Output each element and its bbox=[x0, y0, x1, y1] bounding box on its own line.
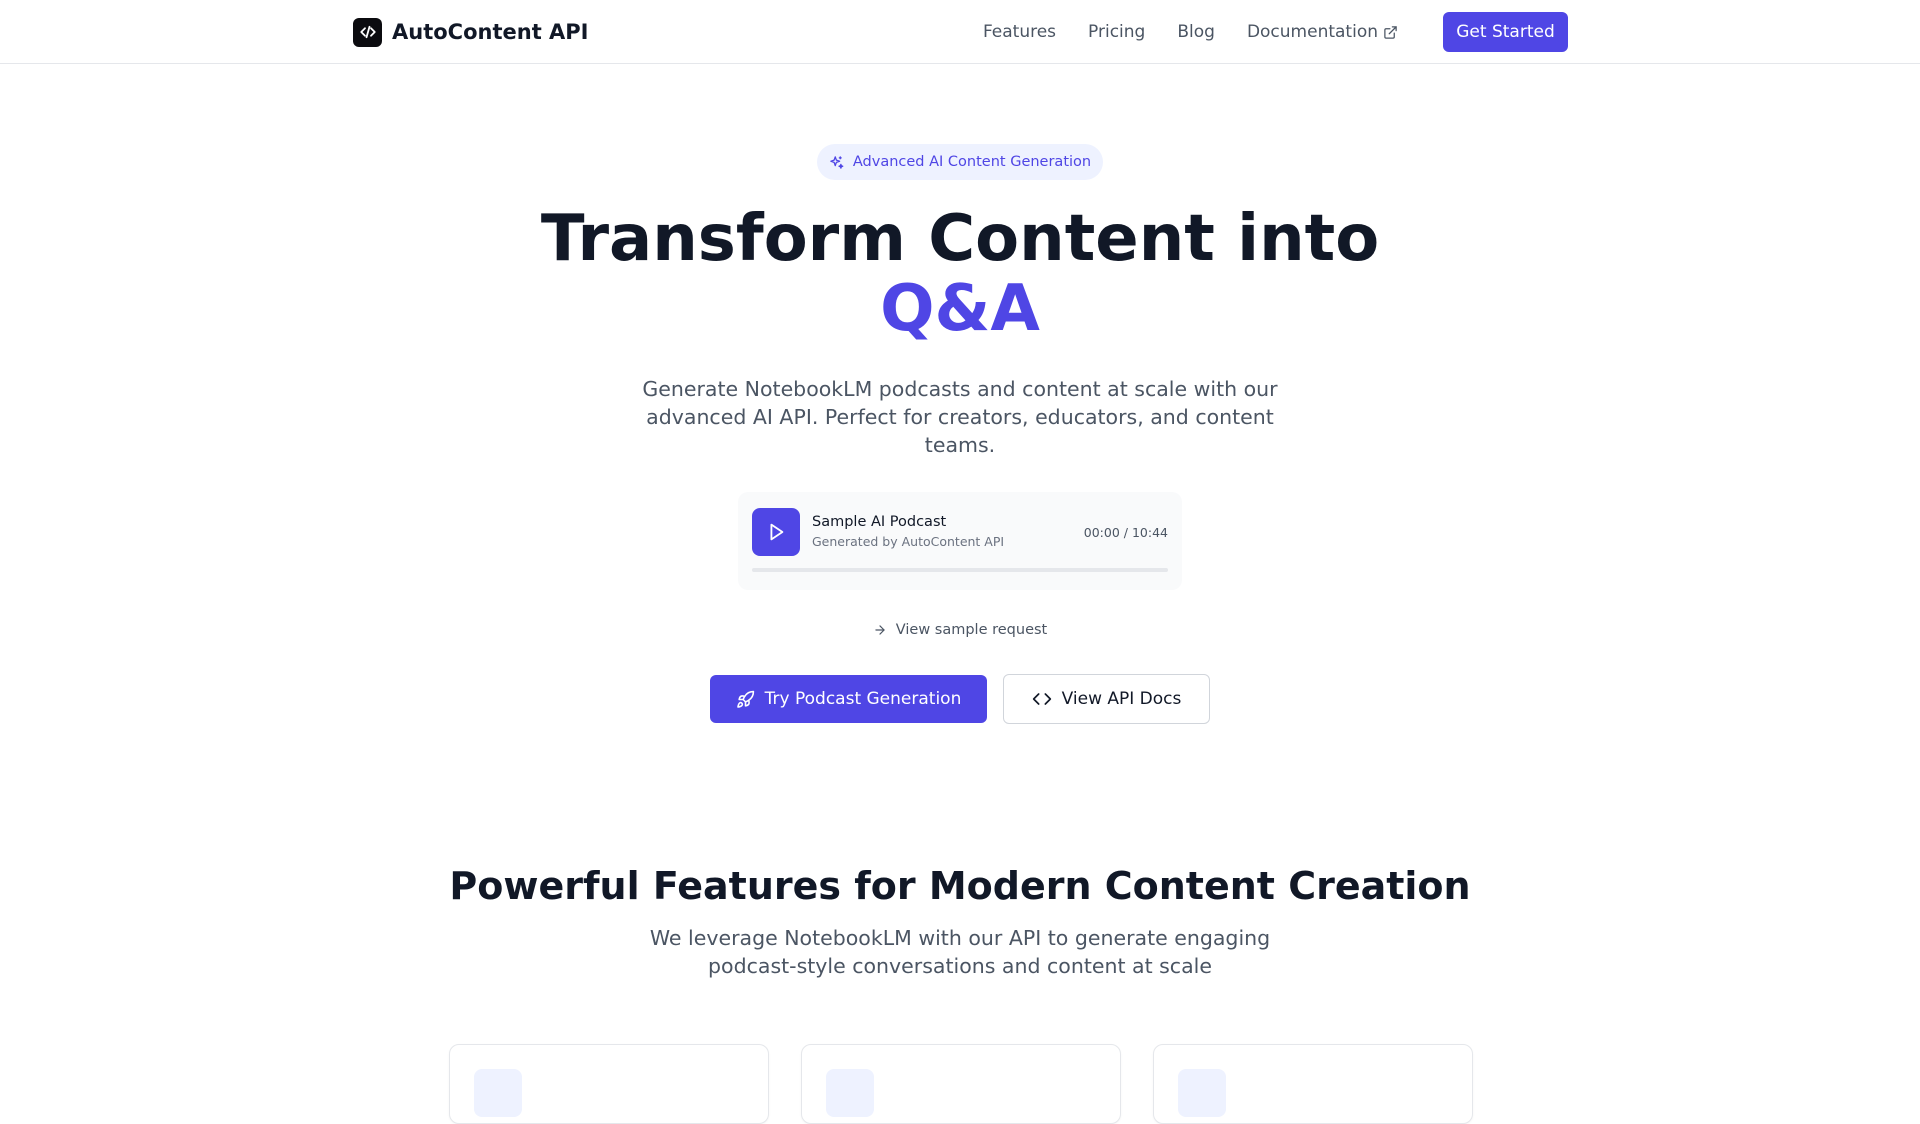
nav-link-blog[interactable]: Blog bbox=[1177, 22, 1215, 42]
player-progress-bar[interactable] bbox=[752, 568, 1168, 572]
hero-badge-label: Advanced AI Content Generation bbox=[852, 154, 1092, 170]
hero-title-accent: Q&A bbox=[880, 272, 1040, 346]
view-api-docs-label: View API Docs bbox=[1061, 689, 1182, 709]
rocket-icon bbox=[736, 690, 754, 708]
podcast-player: Sample AI Podcast Generated by AutoConte… bbox=[738, 492, 1182, 590]
feature-card bbox=[801, 1044, 1121, 1124]
sparkles-icon bbox=[830, 155, 844, 169]
nav-link-label: Pricing bbox=[1088, 22, 1146, 42]
hero-badge: Advanced AI Content Generation bbox=[817, 144, 1103, 180]
view-sample-request-label: View sample request bbox=[895, 622, 1048, 638]
feature-card-icon bbox=[474, 1069, 522, 1117]
features-subtitle: We leverage NotebookLM with our API to g… bbox=[649, 926, 1271, 978]
view-sample-request-link[interactable]: View sample request bbox=[873, 622, 1047, 638]
feature-card-icon bbox=[826, 1069, 874, 1117]
nav-link-pricing[interactable]: Pricing bbox=[1088, 22, 1145, 42]
player-subtitle: Generated by AutoContent API bbox=[812, 534, 1005, 549]
feature-card bbox=[449, 1044, 769, 1124]
nav-link-features[interactable]: Features bbox=[983, 22, 1056, 42]
play-button[interactable] bbox=[752, 508, 800, 556]
nav-links: Features Pricing Blog Documentation bbox=[951, 12, 1398, 52]
hero-title: Transform Content into Q&A bbox=[0, 204, 1920, 344]
feature-card-icon bbox=[1178, 1069, 1226, 1117]
brand-logo[interactable]: AutoContent API bbox=[353, 16, 589, 48]
code-icon bbox=[353, 17, 382, 47]
external-link-icon bbox=[1384, 25, 1397, 39]
features-title: Powerful Features for Modern Content Cre… bbox=[449, 864, 1471, 908]
try-podcast-generation-label: Try Podcast Generation bbox=[764, 689, 962, 709]
get-started-button[interactable]: Get Started bbox=[1443, 12, 1568, 52]
nav-link-label: Features bbox=[982, 22, 1057, 42]
hero-title-line: Transform Content into bbox=[540, 202, 1380, 276]
play-icon bbox=[770, 523, 784, 541]
feature-card bbox=[1153, 1044, 1473, 1124]
hero-subtitle: Generate NotebookLM podcasts and content… bbox=[642, 377, 1278, 457]
nav-link-label: Documentation bbox=[1246, 22, 1378, 42]
player-title: Sample AI Podcast bbox=[812, 514, 947, 530]
try-podcast-generation-button[interactable]: Try Podcast Generation bbox=[710, 675, 987, 723]
nav-link-documentation[interactable]: Documentation bbox=[1247, 22, 1398, 42]
player-time: 00:00 / 10:44 bbox=[1083, 525, 1168, 540]
top-navbar: AutoContent API Features Pricing Blog Do… bbox=[0, 0, 1920, 64]
brand-name: AutoContent API bbox=[392, 20, 589, 44]
code-icon bbox=[1032, 693, 1051, 705]
arrow-right-icon bbox=[875, 625, 885, 635]
sample-request-row: View sample request bbox=[0, 622, 1920, 638]
nav-link-label: Blog bbox=[1177, 22, 1215, 42]
view-api-docs-button[interactable]: View API Docs bbox=[1003, 674, 1210, 724]
